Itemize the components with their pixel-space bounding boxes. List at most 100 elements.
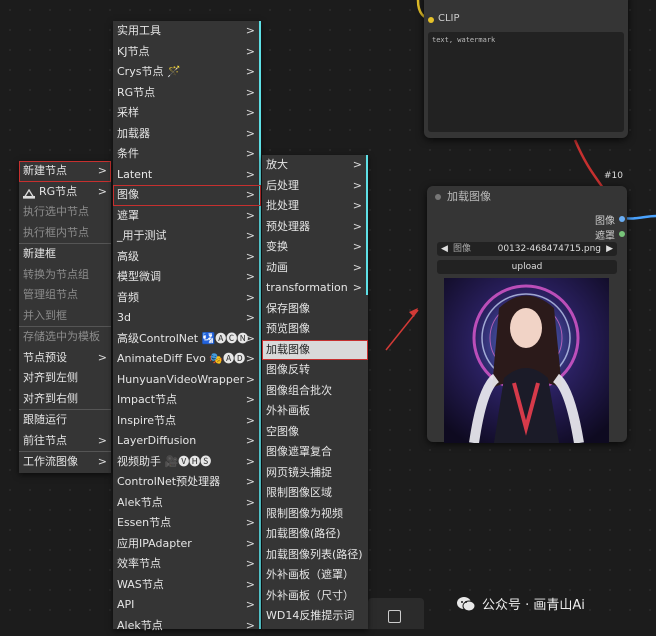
submenu-item[interactable]: 实用工具> xyxy=(113,21,261,42)
image-submenu-item[interactable]: 限制图像为视频 xyxy=(262,504,368,525)
image-submenu-item[interactable]: 加载图像(路径) xyxy=(262,524,368,545)
submenu-item[interactable]: LayerDiffusion> xyxy=(113,431,261,452)
menu-item-convert-group[interactable]: 转换为节点组 xyxy=(19,265,111,286)
output-mask-dot[interactable] xyxy=(619,231,625,237)
upload-button[interactable]: upload xyxy=(437,260,617,274)
image-submenu-item[interactable]: 动画> xyxy=(262,258,368,279)
submenu-item[interactable]: WAS节点> xyxy=(113,575,261,596)
chevron-right-icon: > xyxy=(246,247,255,268)
text-field[interactable]: text, watermark xyxy=(428,32,624,132)
submenu-item[interactable]: API> xyxy=(113,595,261,616)
submenu-item-label: 应用IPAdapter xyxy=(117,537,192,550)
menu-item-new-node[interactable]: 新建节点> xyxy=(19,161,111,182)
submenu-item[interactable]: KJ节点> xyxy=(113,42,261,63)
image-submenu-item[interactable]: 图像遮罩复合 xyxy=(262,442,368,463)
submenu-item[interactable]: 高级ControlNet 🛂🅐🅒🅝> xyxy=(113,329,261,350)
image-submenu-item[interactable]: 放大> xyxy=(262,155,368,176)
arrow-right-icon[interactable]: ▶ xyxy=(606,242,613,256)
image-submenu-item[interactable]: 外补画板（遮罩） xyxy=(262,565,368,586)
menu-item-manage-group[interactable]: 管理组节点 xyxy=(19,285,111,306)
submenu-item[interactable]: 模型微调> xyxy=(113,267,261,288)
submenu-item[interactable]: 加载器> xyxy=(113,124,261,145)
bottom-toolbar[interactable] xyxy=(368,598,424,629)
menu-item-label: 管理组节点 xyxy=(23,288,78,301)
submenu-item[interactable]: 3d> xyxy=(113,308,261,329)
image-submenu-item[interactable]: 限制图像区域 xyxy=(262,483,368,504)
image-submenu-item-label: 动画 xyxy=(266,261,288,274)
output-image-dot[interactable] xyxy=(619,216,625,222)
menu-item-new-frame[interactable]: 新建框 xyxy=(19,243,111,265)
submenu-item[interactable]: 图像> xyxy=(113,185,261,206)
submenu-item[interactable]: ControlNet预处理器> xyxy=(113,472,261,493)
image-submenu-item[interactable]: 图像组合批次 xyxy=(262,381,368,402)
image-submenu-item[interactable]: 外补画板（尺寸） xyxy=(262,586,368,607)
submenu-item[interactable]: Essen节点> xyxy=(113,513,261,534)
image-select-widget[interactable]: ◀ 图像 00132-468474715.png ▶ xyxy=(437,242,617,256)
submenu-item[interactable]: AnimateDiff Evo 🎭🅐🅓> xyxy=(113,349,261,370)
image-submenu-item-label: 图像反转 xyxy=(266,363,310,376)
menu-item-run-in-frame[interactable]: 执行框内节点 xyxy=(19,223,111,244)
submenu-item[interactable]: 条件> xyxy=(113,144,261,165)
submenu-item[interactable]: Latent> xyxy=(113,165,261,186)
image-submenu-item[interactable]: 加载图像列表(路径) xyxy=(262,545,368,566)
menu-item-merge-frame[interactable]: 并入到框 xyxy=(19,306,111,327)
submenu-item[interactable]: Alek节点> xyxy=(113,493,261,514)
submenu-item[interactable]: Alek节点> xyxy=(113,616,261,636)
image-submenu-item[interactable]: 网页镜头捕捉 xyxy=(262,463,368,484)
menu-item-follow-run[interactable]: 跟随运行 xyxy=(19,409,111,431)
image-submenu-item[interactable]: 批处理> xyxy=(262,196,368,217)
submenu-item[interactable]: 高级> xyxy=(113,247,261,268)
checkbox-icon[interactable] xyxy=(388,610,401,623)
context-menu-main[interactable]: 新建节点> RG节点> 执行选中节点 执行框内节点 新建框 转换为节点组 管理组… xyxy=(19,161,111,473)
clip-text-node[interactable]: CLIP text, watermark xyxy=(424,0,628,138)
chevron-right-icon: > xyxy=(246,124,255,145)
image-submenu-item[interactable]: 预览图像 xyxy=(262,319,368,340)
menu-item-workflow-image[interactable]: 工作流图像> xyxy=(19,451,111,473)
image-submenu-item[interactable]: transformation> xyxy=(262,278,368,299)
submenu-item[interactable]: 音频> xyxy=(113,288,261,309)
chevron-right-icon: > xyxy=(98,431,107,452)
submenu-item[interactable]: Impact节点> xyxy=(113,390,261,411)
submenu-image[interactable]: 放大>后处理>批处理>预处理器>变换>动画>transformation>保存图… xyxy=(262,155,368,629)
load-image-node[interactable]: 加载图像 图像 遮罩 ◀ 图像 00132-468474715.png ▶ up… xyxy=(427,186,627,442)
image-submenu-item[interactable]: 保存图像 xyxy=(262,299,368,320)
submenu-item[interactable]: HunyuanVideoWrapper> xyxy=(113,370,261,391)
chevron-right-icon: > xyxy=(246,575,255,596)
chevron-right-icon: > xyxy=(246,431,255,452)
clip-input-dot[interactable] xyxy=(428,17,434,23)
menu-item-run-selected[interactable]: 执行选中节点 xyxy=(19,202,111,223)
image-submenu-item[interactable]: 后处理> xyxy=(262,176,368,197)
arrow-left-icon[interactable]: ◀ xyxy=(441,242,448,256)
submenu-item[interactable]: RG节点> xyxy=(113,83,261,104)
collapse-dot-icon[interactable] xyxy=(435,194,441,200)
menu-item-node-presets[interactable]: 节点预设> xyxy=(19,348,111,369)
menu-item-goto-node[interactable]: 前往节点> xyxy=(19,431,111,452)
image-submenu-item[interactable]: 外补画板 xyxy=(262,401,368,422)
submenu-item[interactable]: _用于测试> xyxy=(113,226,261,247)
submenu-item-label: Impact节点 xyxy=(117,393,177,406)
image-submenu-item[interactable]: 图像反转 xyxy=(262,360,368,381)
image-submenu-item[interactable]: 加载图像 xyxy=(262,340,368,361)
submenu-item[interactable]: 遮罩> xyxy=(113,206,261,227)
image-submenu-item[interactable]: 预处理器> xyxy=(262,217,368,238)
image-submenu-item-label: 空图像 xyxy=(266,425,299,438)
menu-item-save-template[interactable]: 存储选中为模板 xyxy=(19,326,111,348)
image-submenu-item[interactable]: 空图像 xyxy=(262,422,368,443)
submenu-item[interactable]: 效率节点> xyxy=(113,554,261,575)
submenu-item[interactable]: 应用IPAdapter> xyxy=(113,534,261,555)
submenu-item-label: 图像 xyxy=(117,188,139,201)
image-submenu-item[interactable]: 变换> xyxy=(262,237,368,258)
submenu-item[interactable]: Crys节点 🪄> xyxy=(113,62,261,83)
submenu-item-label: 采样 xyxy=(117,106,139,119)
submenu-item[interactable]: 视频助手 🎥🅥🅗🅢> xyxy=(113,452,261,473)
menu-item-rg-nodes[interactable]: RG节点> xyxy=(19,182,111,203)
image-widget-label: 图像 xyxy=(453,242,471,256)
menu-item-align-left[interactable]: 对齐到左侧 xyxy=(19,368,111,389)
submenu-item-label: AnimateDiff Evo 🎭🅐🅓 xyxy=(117,352,245,365)
menu-item-align-right[interactable]: 对齐到右侧 xyxy=(19,389,111,410)
submenu-item[interactable]: Inspire节点> xyxy=(113,411,261,432)
image-submenu-item[interactable]: WD14反推提示词 xyxy=(262,606,368,627)
submenu-item[interactable]: 采样> xyxy=(113,103,261,124)
submenu-categories[interactable]: 实用工具>KJ节点>Crys节点 🪄>RG节点>采样>加载器>条件>Latent… xyxy=(113,21,261,629)
node-title-bar[interactable]: 加载图像 xyxy=(427,186,627,208)
